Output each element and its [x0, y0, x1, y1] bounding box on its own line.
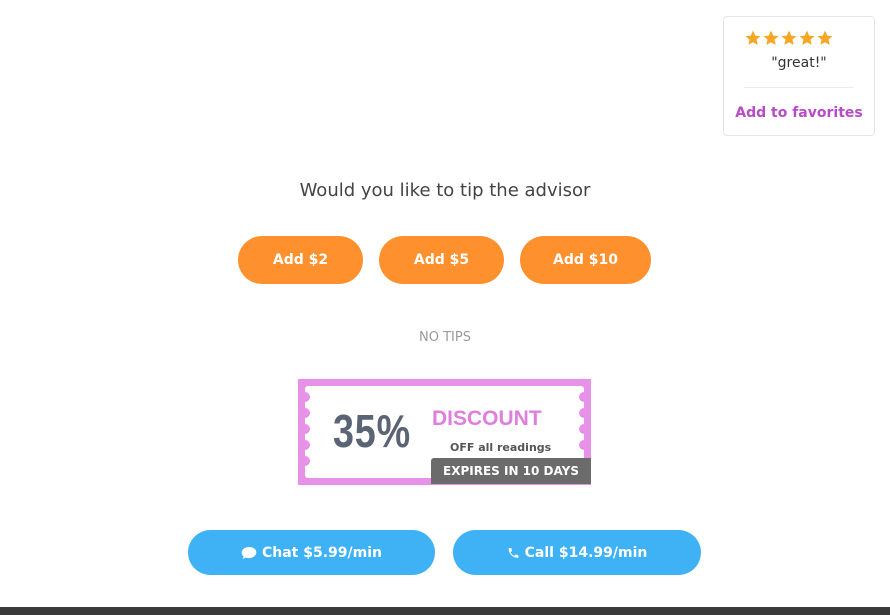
coupon-scallop	[300, 408, 310, 418]
chat-button-label: Chat $5.99/min	[261, 544, 382, 561]
star-icon	[781, 30, 797, 45]
coupon-scallop	[579, 408, 589, 418]
star-icon	[799, 30, 815, 45]
discount-subtitle: OFF all readings	[450, 441, 552, 454]
discount-percent: 35%	[333, 405, 411, 457]
chat-button[interactable]: Chat $5.99/min	[188, 530, 435, 575]
review-divider	[744, 87, 854, 88]
coupon-scallop	[579, 424, 589, 434]
chat-bubble-icon	[241, 546, 257, 559]
coupon-scallop	[300, 392, 310, 402]
review-card: "great!" Add to favorites	[723, 16, 875, 136]
discount-coupon-banner[interactable]: 35% DISCOUNT OFF all readings EXPIRES IN…	[298, 379, 591, 485]
tip-title: Would you like to tip the advisor	[299, 180, 591, 201]
coupon-ticket: 35% DISCOUNT OFF all readings EXPIRES IN…	[300, 386, 591, 484]
footer-bar	[0, 607, 890, 615]
coupon-scallop	[300, 424, 310, 434]
call-button[interactable]: Call $14.99/min	[453, 530, 701, 575]
tip-2-button[interactable]: Add $2	[238, 236, 363, 284]
discount-label: DISCOUNT	[432, 407, 542, 430]
call-button-label: Call $14.99/min	[524, 544, 648, 561]
review-quote: "great!"	[771, 55, 827, 71]
add-to-favorites-link[interactable]: Add to favorites	[724, 105, 874, 121]
coupon-scallop	[300, 456, 310, 466]
star-icon	[763, 30, 779, 45]
star-icon	[817, 30, 833, 45]
coupon-scallop	[579, 440, 589, 450]
no-tips-link[interactable]: NO TIPS	[0, 330, 890, 345]
coupon-scallop	[579, 392, 589, 402]
rating-stars	[744, 29, 834, 47]
tip-10-button[interactable]: Add $10	[520, 236, 651, 284]
star-icon	[745, 30, 761, 45]
phone-icon	[508, 547, 519, 558]
coupon-scallop	[300, 440, 310, 450]
tip-5-button[interactable]: Add $5	[379, 236, 504, 284]
expires-badge: EXPIRES IN 10 DAYS	[431, 458, 591, 484]
